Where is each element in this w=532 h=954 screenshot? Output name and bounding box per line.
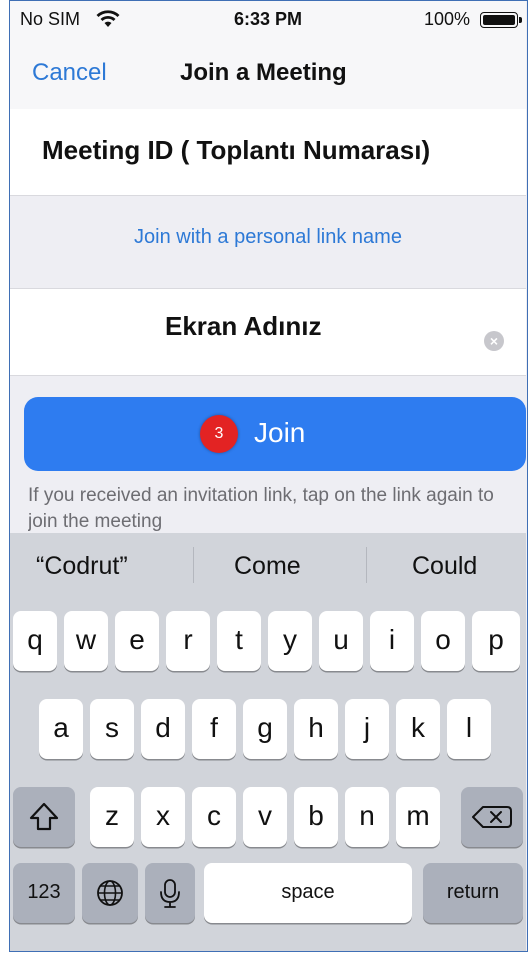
key-i[interactable]: i: [370, 611, 414, 671]
suggestion-divider: [193, 547, 194, 583]
key-m[interactable]: m: [396, 787, 440, 847]
microphone-icon: [160, 879, 180, 908]
globe-icon: [97, 880, 123, 906]
meeting-id-field[interactable]: Meeting ID ( Toplantı Numarası): [10, 109, 526, 196]
key-k[interactable]: k: [396, 699, 440, 759]
key-s[interactable]: s: [90, 699, 134, 759]
key-n[interactable]: n: [345, 787, 389, 847]
screen-name-value: Ekran Adınız: [165, 311, 322, 341]
key-d[interactable]: d: [141, 699, 185, 759]
globe-key[interactable]: [82, 863, 138, 923]
screen-name-field[interactable]: Ekran Adınız ×: [10, 288, 526, 376]
step-badge: 3: [200, 415, 238, 453]
space-key[interactable]: space: [204, 863, 412, 923]
numbers-key[interactable]: 123: [13, 863, 75, 923]
key-z[interactable]: z: [90, 787, 134, 847]
key-b[interactable]: b: [294, 787, 338, 847]
key-a[interactable]: a: [39, 699, 83, 759]
key-v[interactable]: v: [243, 787, 287, 847]
key-r[interactable]: r: [166, 611, 210, 671]
key-u[interactable]: u: [319, 611, 363, 671]
key-f[interactable]: f: [192, 699, 236, 759]
clear-x-icon[interactable]: ×: [484, 331, 504, 351]
key-o[interactable]: o: [421, 611, 465, 671]
suggestion-item[interactable]: “Codrut”: [36, 552, 128, 581]
key-l[interactable]: l: [447, 699, 491, 759]
microphone-key[interactable]: [145, 863, 195, 923]
join-personal-link-button[interactable]: Join with a personal link name: [10, 226, 526, 249]
shift-key[interactable]: [13, 787, 75, 847]
suggestion-item[interactable]: Come: [234, 552, 301, 581]
suggestion-divider: [366, 547, 367, 583]
key-q[interactable]: q: [13, 611, 57, 671]
key-t[interactable]: t: [217, 611, 261, 671]
key-p[interactable]: p: [472, 611, 520, 671]
battery-percent: 100%: [423, 9, 470, 29]
keyboard: “Codrut” Come Could q w e r t y u i o p …: [10, 533, 526, 951]
key-h[interactable]: h: [294, 699, 338, 759]
key-e[interactable]: e: [115, 611, 159, 671]
backspace-key[interactable]: [461, 787, 523, 847]
key-g[interactable]: g: [243, 699, 287, 759]
backspace-icon: [472, 806, 512, 828]
battery-icon: [480, 12, 522, 28]
suggestion-bar: “Codrut” Come Could: [10, 533, 526, 599]
key-y[interactable]: y: [268, 611, 312, 671]
meeting-id-label: Meeting ID ( Toplantı Numarası): [42, 135, 431, 165]
key-c[interactable]: c: [192, 787, 236, 847]
nav-bar: Cancel Join a Meeting: [10, 37, 526, 110]
personal-link-section: Join with a personal link name: [10, 196, 526, 288]
key-j[interactable]: j: [345, 699, 389, 759]
key-x[interactable]: x: [141, 787, 185, 847]
page-title: Join a Meeting: [180, 59, 347, 86]
status-bar: No SIM 6:33 PM 100%: [10, 1, 526, 37]
shift-icon: [29, 802, 59, 831]
invitation-hint: If you received an invitation link, tap …: [28, 485, 494, 531]
suggestion-item[interactable]: Could: [412, 552, 477, 581]
screen: No SIM 6:33 PM 100% Cancel Join a Meetin…: [10, 1, 526, 951]
key-w[interactable]: w: [64, 611, 108, 671]
return-key[interactable]: return: [423, 863, 523, 923]
cancel-button[interactable]: Cancel: [32, 59, 107, 87]
join-button[interactable]: 3 Join: [24, 397, 526, 471]
phone-frame: No SIM 6:33 PM 100% Cancel Join a Meetin…: [9, 0, 528, 952]
join-button-label: Join: [254, 417, 306, 448]
